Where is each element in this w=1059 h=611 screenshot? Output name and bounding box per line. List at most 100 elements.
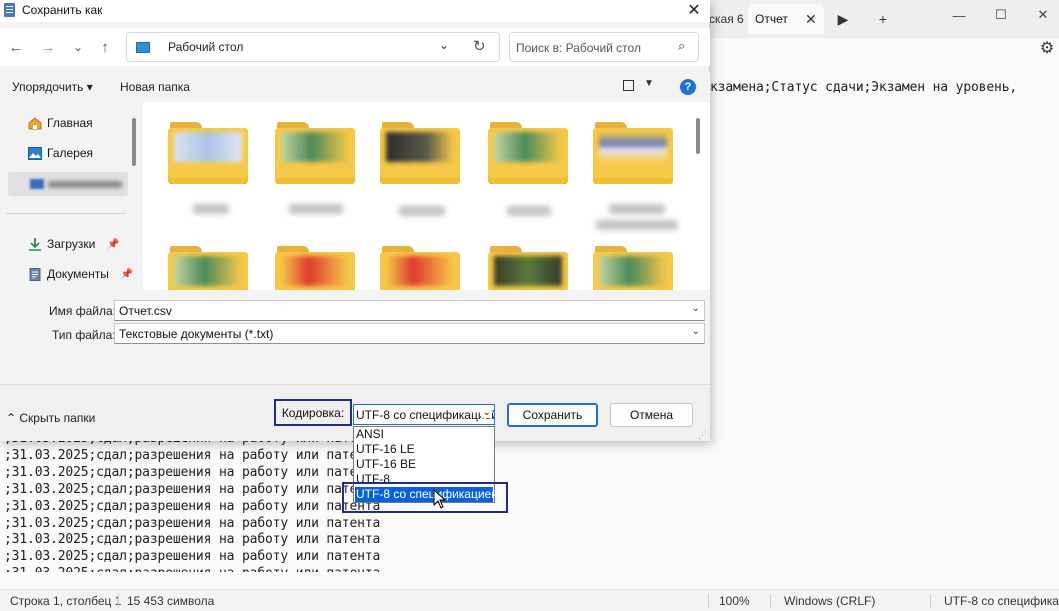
sidebar-item-label: Загрузки bbox=[47, 237, 96, 251]
folder-item[interactable] bbox=[168, 122, 248, 184]
text-line: ;31.03.2025;сдал;разрешения на работу ил… bbox=[4, 532, 381, 547]
recent-locations-icon[interactable]: ⌄ bbox=[68, 37, 88, 57]
blurred-label bbox=[48, 181, 122, 188]
text-line: ;31.03.2025;сдал;разрешения на работу ил… bbox=[4, 482, 381, 497]
divider bbox=[6, 213, 126, 214]
forward-arrow-icon[interactable]: → bbox=[38, 37, 58, 57]
folder-item[interactable] bbox=[488, 122, 568, 184]
dialog-titlebar: Сохранить как ✕ bbox=[0, 0, 710, 22]
folder-item[interactable] bbox=[275, 246, 355, 290]
play-icon[interactable]: ▶ bbox=[832, 8, 854, 30]
text-line: ;31.03.2025;сдал;разрешения на работу ил… bbox=[4, 516, 381, 531]
organize-button[interactable]: Упорядочить ▾ bbox=[12, 80, 93, 94]
encoding-value: UTF-8 со спецификацией bbox=[356, 408, 495, 422]
help-icon[interactable]: ? bbox=[680, 79, 696, 95]
text-line: ;31.03.2025;сдал;разрешения на работу ил… bbox=[4, 465, 381, 480]
gear-icon[interactable]: ⚙ bbox=[1038, 38, 1056, 58]
encoding-option-utf16le[interactable]: UTF-16 LE bbox=[355, 442, 493, 457]
cancel-button[interactable]: Отмена bbox=[610, 403, 693, 427]
sidebar-item-label: Главная bbox=[47, 116, 93, 130]
notepad-app-icon bbox=[4, 3, 15, 17]
command-bar: Упорядочить ▾ Новая папка ▼ ? bbox=[0, 72, 710, 102]
minimize-button[interactable]: — bbox=[939, 2, 979, 28]
encoding-option-utf16be[interactable]: UTF-16 BE bbox=[355, 457, 493, 472]
save-button[interactable]: Сохранить bbox=[507, 403, 598, 427]
search-input[interactable] bbox=[516, 39, 666, 57]
chevron-down-icon[interactable]: ⌄ bbox=[692, 303, 700, 314]
sidebar-item-documents[interactable]: Документы 📌 bbox=[28, 267, 133, 281]
encoding-option-ansi[interactable]: ANSI bbox=[355, 427, 493, 442]
sidebar-item-home[interactable]: Главная bbox=[28, 116, 93, 130]
text-line: ;31.03.2025;сдал;разрешения на работу ил… bbox=[4, 549, 381, 564]
zoom-level[interactable]: 100% bbox=[719, 594, 750, 608]
folder-item[interactable] bbox=[593, 246, 673, 290]
folder-label-blurred bbox=[596, 220, 678, 230]
highlight-annotation-box bbox=[342, 482, 508, 513]
filetype-value: Текстовые документы (*.txt) bbox=[119, 327, 274, 341]
tab-label: Отчет bbox=[755, 12, 788, 26]
sidebar-item-gallery[interactable]: Галерея bbox=[28, 146, 93, 160]
filetype-label: Тип файла: bbox=[52, 328, 116, 342]
documents-icon bbox=[29, 267, 41, 281]
navigation-pane: Главная Галерея Загрузки 📌 Документы 📌 bbox=[0, 102, 140, 290]
view-icon[interactable] bbox=[623, 80, 634, 91]
text-line: ;31.03.2025;сдал;разрешения на работу ил… bbox=[4, 448, 381, 463]
folder-item[interactable] bbox=[275, 122, 355, 184]
new-folder-button[interactable]: Новая папка bbox=[120, 80, 190, 94]
view-dropdown-icon[interactable]: ▼ bbox=[644, 78, 654, 89]
divider bbox=[708, 594, 709, 608]
refresh-icon[interactable]: ↻ bbox=[473, 37, 486, 55]
filename-label: Имя файла: bbox=[49, 304, 116, 318]
scrollbar-thumb[interactable] bbox=[696, 118, 700, 154]
filetype-select[interactable]: Текстовые документы (*.txt) ⌄ bbox=[114, 323, 705, 344]
divider bbox=[118, 594, 119, 608]
back-arrow-icon[interactable]: ← bbox=[6, 37, 26, 57]
encoding-select[interactable]: UTF-8 со спецификацией ⌄ bbox=[353, 404, 495, 425]
sidebar-item-label: Документы bbox=[47, 267, 109, 281]
text-line: кзамена;Статус сдачи;Экзамен на уровень, bbox=[710, 80, 1018, 95]
maximize-button[interactable]: ☐ bbox=[981, 2, 1021, 28]
tab-document-6[interactable]: ская 6 bbox=[709, 4, 749, 34]
folder-item[interactable] bbox=[488, 246, 568, 290]
folder-label-blurred bbox=[399, 206, 445, 216]
line-endings[interactable]: Windows (CRLF) bbox=[784, 594, 875, 608]
pin-icon[interactable]: 📌 bbox=[121, 269, 133, 280]
char-count: 15 453 символа bbox=[127, 594, 215, 608]
chevron-down-icon[interactable]: ⌄ bbox=[480, 407, 491, 418]
home-icon bbox=[28, 116, 42, 129]
tab-label: ская 6 bbox=[709, 12, 744, 26]
save-form: Имя файла: Отчет.csv ⌄ Тип файла: Тексто… bbox=[0, 290, 710, 384]
divider bbox=[770, 594, 771, 608]
encoding-status[interactable]: UTF-8 со спецификацией bbox=[944, 594, 1059, 608]
navigation-row: ← → ⌄ ↑ Рабочий стол ⌄ ↻ ⌕ bbox=[0, 28, 710, 66]
resize-grip-icon[interactable]: ⋰ bbox=[698, 430, 707, 441]
address-bar[interactable]: Рабочий стол ⌄ ↻ bbox=[126, 32, 500, 62]
up-arrow-icon[interactable]: ↑ bbox=[95, 37, 115, 57]
folder-item[interactable] bbox=[168, 246, 248, 290]
search-icon[interactable]: ⌕ bbox=[678, 38, 685, 54]
chevron-down-icon[interactable]: ⌄ bbox=[692, 326, 700, 337]
scrollbar-thumb[interactable] bbox=[132, 118, 136, 166]
downloads-icon bbox=[29, 237, 41, 251]
tab-report[interactable]: Отчет ✕ bbox=[748, 4, 824, 34]
pin-icon[interactable]: 📌 bbox=[107, 239, 119, 250]
chevron-down-icon[interactable]: ⌄ bbox=[439, 38, 449, 52]
hide-folders-button[interactable]: ⌃ Скрыть папки bbox=[6, 411, 95, 425]
text-line: ;31.03.2025;сдал;разрешения на работу ил… bbox=[4, 499, 381, 514]
close-window-button[interactable]: ✕ bbox=[1023, 2, 1059, 28]
filename-field[interactable]: Отчет.csv ⌄ bbox=[114, 300, 705, 321]
mouse-cursor-icon bbox=[433, 489, 447, 509]
folder-label-blurred bbox=[507, 206, 551, 216]
save-as-dialog: Сохранить как ✕ ← → ⌄ ↑ Рабочий стол ⌄ ↻… bbox=[0, 0, 710, 441]
sidebar-item-blurred[interactable] bbox=[8, 172, 128, 196]
close-icon[interactable]: ✕ bbox=[684, 0, 704, 20]
sidebar-item-downloads[interactable]: Загрузки 📌 bbox=[28, 237, 120, 251]
new-tab-button[interactable]: + bbox=[872, 8, 894, 30]
folder-item[interactable] bbox=[593, 122, 673, 184]
folder-item[interactable] bbox=[380, 122, 460, 184]
folder-item[interactable] bbox=[380, 246, 460, 290]
divider bbox=[930, 594, 931, 608]
address-path: Рабочий стол bbox=[168, 40, 244, 54]
close-tab-icon[interactable]: ✕ bbox=[805, 11, 817, 28]
search-box[interactable]: ⌕ bbox=[509, 32, 699, 62]
